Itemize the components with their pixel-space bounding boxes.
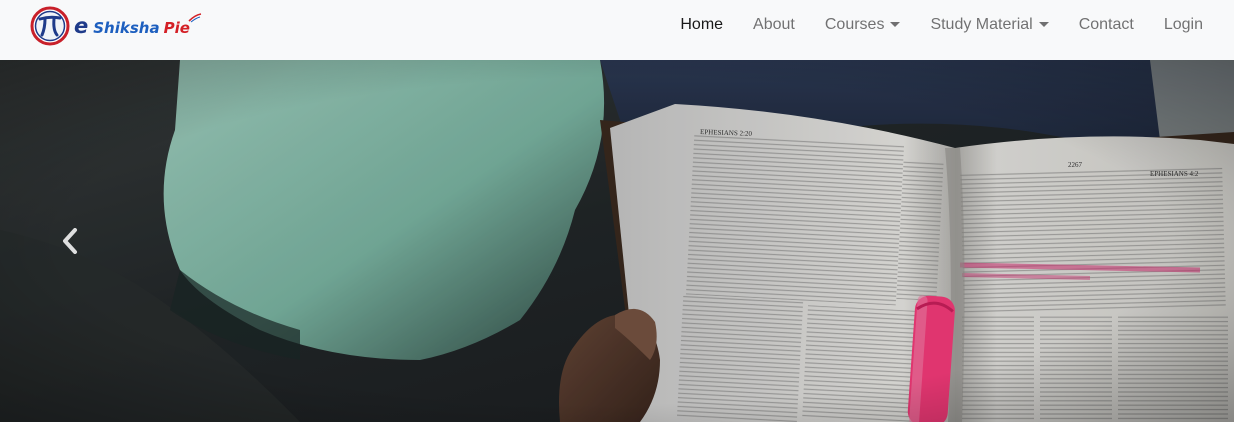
nav-login[interactable]: Login (1149, 16, 1218, 34)
chevron-left-icon (63, 228, 77, 254)
nav-home[interactable]: Home (665, 16, 738, 34)
nav-courses-dropdown[interactable]: Courses (810, 16, 916, 34)
caret-down-icon (1038, 21, 1049, 27)
nav-about-label: About (753, 16, 795, 33)
brand-pie-text: Pie (163, 19, 190, 37)
nav-login-label: Login (1163, 16, 1203, 33)
hero-carousel: EPHESIANS 2:20 2267 EPHESIANS 4:2 (0, 60, 1234, 422)
brand-pie: Pie (163, 13, 202, 37)
caret-down-icon (890, 21, 901, 27)
carousel-slide-image: EPHESIANS 2:20 2267 EPHESIANS 4:2 (0, 60, 1234, 422)
swoosh-icon (188, 13, 202, 23)
brand-name: e Shiksha Pie (74, 13, 202, 38)
brand-home-link[interactable]: e Shiksha Pie (30, 5, 202, 47)
main-nav: Home About Courses Study Material Contac… (665, 0, 1218, 50)
nav-contact[interactable]: Contact (1064, 16, 1149, 34)
nav-study-material-label: Study Material (930, 16, 1033, 33)
nav-home-label: Home (680, 16, 724, 33)
nav-courses-label: Courses (824, 16, 885, 33)
navbar: e Shiksha Pie Home About Courses Study M… (0, 0, 1234, 60)
nav-about[interactable]: About (738, 16, 810, 34)
nav-study-material-dropdown[interactable]: Study Material (915, 16, 1063, 34)
brand-shiksha: Shiksha (93, 19, 160, 37)
carousel-prev-button[interactable] (0, 60, 140, 422)
pi-logo-icon (30, 6, 70, 46)
brand-e: e (74, 14, 89, 38)
nav-contact-label: Contact (1078, 16, 1134, 33)
